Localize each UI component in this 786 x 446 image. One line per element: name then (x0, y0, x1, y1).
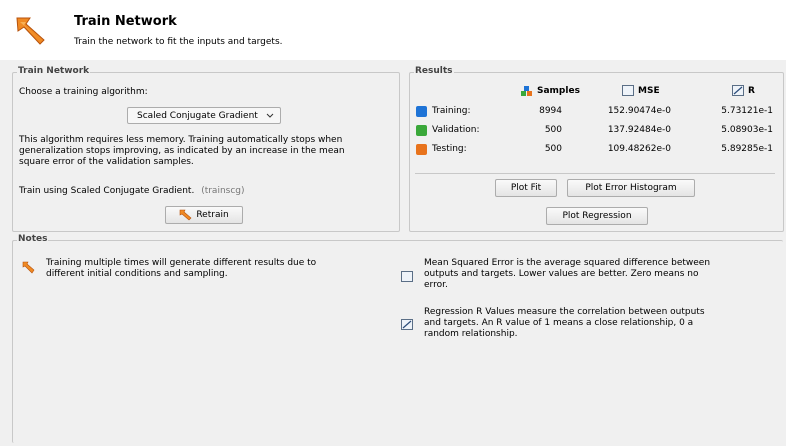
choose-algorithm-label: Choose a training algorithm: (19, 87, 148, 97)
algorithm-description: This algorithm requires less memory. Tra… (19, 135, 345, 167)
samples-header-label: Samples (537, 86, 580, 96)
training-note-text: Training multiple times will generate di… (46, 258, 317, 279)
samples-column-header: Samples (520, 85, 580, 97)
training-mse: 152.90474e-0 (607, 106, 671, 116)
chevron-down-icon (266, 113, 274, 118)
train-network-panel: Train Network Choose a training algorith… (12, 66, 400, 232)
mse-note-icon (401, 271, 413, 282)
testing-mse: 109.48262e-0 (607, 144, 671, 154)
retrain-button[interactable]: Retrain (165, 206, 243, 224)
training-note-icon (22, 261, 35, 274)
r-header-label: R (748, 85, 755, 96)
samples-icon (521, 86, 532, 96)
training-cube-icon (416, 106, 427, 117)
testing-samples: 500 (544, 144, 562, 154)
results-divider (415, 173, 775, 174)
r-icon (732, 85, 744, 96)
train-network-icon (16, 17, 45, 45)
train-network-legend: Train Network (17, 66, 91, 76)
results-panel: Results Samples MSE R Training: 8994 152… (409, 66, 784, 232)
header-banner: Train Network Train the network to fit t… (0, 0, 786, 60)
plot-regression-button[interactable]: Plot Regression (546, 207, 648, 225)
retrain-label: Retrain (196, 210, 229, 220)
validation-cube-icon (416, 125, 427, 136)
r-column-header: R (732, 85, 755, 96)
results-legend: Results (414, 66, 454, 76)
algorithm-select-value: Scaled Conjugate Gradient (137, 110, 258, 121)
validation-samples: 500 (544, 125, 562, 135)
training-samples: 8994 (539, 106, 562, 116)
mse-column-header: MSE (622, 85, 660, 96)
plot-error-histogram-button[interactable]: Plot Error Histogram (567, 179, 695, 197)
train-using-label: Train using Scaled Conjugate Gradient. (19, 186, 195, 196)
training-r: 5.73121e-1 (721, 106, 773, 116)
testing-label: Testing: (432, 144, 467, 154)
r-note-icon (401, 319, 413, 330)
notes-legend: Notes (17, 234, 49, 244)
train-function-name: (trainscg) (201, 186, 245, 196)
page-subtitle: Train the network to fit the inputs and … (74, 37, 283, 47)
mse-icon (622, 85, 634, 96)
testing-r: 5.89285e-1 (721, 144, 773, 154)
retrain-icon (180, 209, 192, 221)
mse-note-text: Mean Squared Error is the average square… (424, 258, 711, 290)
notes-panel: Notes Training multiple times will gener… (12, 234, 783, 443)
train-using-text: Train using Scaled Conjugate Gradient. (… (19, 186, 245, 196)
r-note-text: Regression R Values measure the correlat… (424, 307, 705, 339)
page-title: Train Network (74, 14, 177, 29)
testing-cube-icon (416, 144, 427, 155)
validation-r: 5.08903e-1 (721, 125, 773, 135)
plot-fit-button[interactable]: Plot Fit (495, 179, 557, 197)
validation-label: Validation: (432, 125, 480, 135)
algorithm-select[interactable]: Scaled Conjugate Gradient (127, 107, 281, 124)
training-label: Training: (432, 106, 471, 116)
mse-header-label: MSE (638, 85, 660, 96)
validation-mse: 137.92484e-0 (607, 125, 671, 135)
